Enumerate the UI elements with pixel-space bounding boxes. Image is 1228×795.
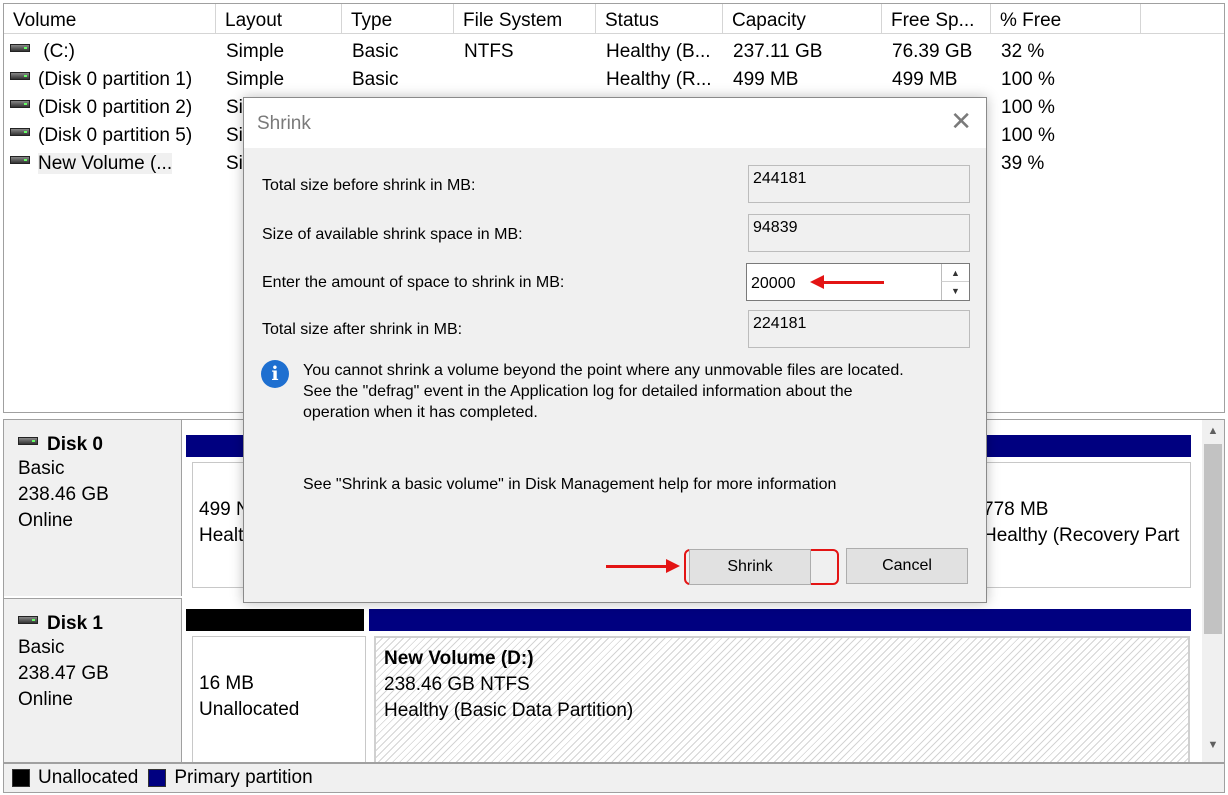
scroll-up-icon[interactable]: ▲	[1202, 420, 1224, 442]
total-after-field: 224181	[748, 310, 970, 348]
status-cell: Healthy (R...	[606, 69, 712, 90]
column-header-capacity[interactable]: Capacity	[723, 4, 882, 34]
primary-swatch	[148, 769, 167, 787]
total-before-field: 244181	[748, 165, 970, 203]
status-cell: Healthy (B...	[606, 41, 711, 62]
available-shrink-field: 94839	[748, 214, 970, 252]
column-header-percent-free[interactable]: % Free	[991, 4, 1141, 34]
type-cell: Basic	[352, 41, 399, 62]
info-message: You cannot shrink a volume beyond the po…	[303, 360, 973, 423]
disk-1-label[interactable]: Disk 1 Basic 238.47 GB Online	[4, 598, 182, 762]
annotation-arrow-shrink	[606, 559, 680, 573]
percent-free-cell: 100 %	[1001, 97, 1055, 118]
disk-1-unallocated-bar	[185, 608, 365, 632]
percent-free-cell: 100 %	[1001, 69, 1055, 90]
legend-item-unallocated: Unallocated	[12, 767, 138, 789]
drive-icon	[18, 437, 38, 445]
disk-name: Disk 1	[47, 613, 103, 634]
disk-type: Basic	[18, 458, 65, 479]
scroll-thumb[interactable]	[1204, 444, 1222, 634]
fs-cell: NTFS	[464, 41, 514, 62]
percent-free-cell: 39 %	[1001, 153, 1045, 174]
percent-free-cell: 100 %	[1001, 125, 1055, 146]
drive-icon	[10, 43, 30, 52]
type-cell: Basic	[352, 69, 399, 90]
layout-cell: Si	[226, 125, 243, 146]
drive-icon	[10, 155, 30, 164]
capacity-cell: 237.11 GB	[733, 41, 823, 62]
info-icon: i	[261, 360, 289, 388]
volume-title: New Volume (D:)	[384, 648, 534, 669]
shrink-button[interactable]: Shrink	[689, 549, 811, 585]
column-header-status[interactable]: Status	[596, 4, 723, 34]
disk-state: Online	[18, 510, 73, 531]
column-header-volume[interactable]: Volume	[4, 4, 216, 34]
partition-status: Healthy (Recovery Part	[983, 525, 1180, 546]
column-header-layout[interactable]: Layout	[216, 4, 342, 34]
drive-icon	[10, 127, 30, 136]
total-after-label: Total size after shrink in MB:	[262, 321, 463, 338]
legend-label: Primary partition	[174, 767, 313, 788]
disk-type: Basic	[18, 637, 65, 658]
free-space-cell: 76.39 GB	[892, 41, 973, 62]
partition-status: Unallocated	[199, 699, 300, 720]
info-line: operation when it has completed.	[303, 404, 538, 421]
shrink-amount-label: Enter the amount of space to shrink in M…	[262, 274, 565, 291]
table-row[interactable]: (Disk 0 partition 1) Simple Basic Health…	[4, 66, 1224, 94]
disk-size: 238.47 GB	[18, 663, 109, 684]
disk-state: Online	[18, 689, 73, 710]
capacity-cell: 499 MB	[733, 69, 799, 90]
column-header-free-space[interactable]: Free Sp...	[882, 4, 991, 34]
dialog-title-bar[interactable]: Shrink ✕	[244, 98, 986, 148]
table-row[interactable]: (C:) Simple Basic NTFS Healthy (B... 237…	[4, 38, 1224, 66]
spin-up-icon[interactable]: ▲	[941, 264, 969, 282]
cancel-button[interactable]: Cancel	[846, 548, 968, 584]
help-text: See "Shrink a basic volume" in Disk Mana…	[303, 476, 837, 493]
unallocated-swatch	[12, 769, 30, 787]
partition-size: 778 MB	[983, 499, 1049, 520]
layout-cell: Si	[226, 97, 243, 118]
legend-item-primary: Primary partition	[148, 767, 313, 789]
volume-name: (Disk 0 partition 2)	[38, 97, 193, 118]
disk-1-new-volume[interactable]: New Volume (D:) 238.46 GB NTFS Healthy (…	[374, 636, 1190, 762]
layout-cell: Si	[226, 153, 243, 174]
disk-map-scrollbar[interactable]: ▲ ▼	[1202, 420, 1224, 762]
disk-0-label[interactable]: Disk 0 Basic 238.46 GB Online	[4, 420, 182, 596]
info-line: See the "defrag" event in the Applicatio…	[303, 383, 853, 400]
disk-name: Disk 0	[47, 434, 103, 455]
shrink-dialog: Shrink ✕ Total size before shrink in MB:…	[243, 97, 987, 603]
scroll-down-icon[interactable]: ▼	[1202, 734, 1224, 756]
dialog-title: Shrink	[257, 113, 311, 134]
volume-name: (Disk 0 partition 5)	[38, 125, 193, 146]
volume-name: (C:)	[38, 41, 75, 62]
legend: Unallocated Primary partition	[3, 763, 1225, 793]
volume-status: Healthy (Basic Data Partition)	[384, 700, 634, 721]
drive-icon	[10, 99, 30, 108]
disk-1-unallocated-space[interactable]: 16 MB Unallocated	[192, 636, 366, 762]
percent-free-cell: 32 %	[1001, 41, 1045, 62]
available-shrink-label: Size of available shrink space in MB:	[262, 226, 523, 243]
total-before-label: Total size before shrink in MB:	[262, 177, 476, 194]
annotation-arrow-input	[810, 275, 884, 289]
partition-size: 16 MB	[199, 673, 254, 694]
column-header-file-system[interactable]: File System	[454, 4, 596, 34]
spin-down-icon[interactable]: ▼	[941, 282, 969, 300]
volume-name: (Disk 0 partition 1)	[38, 69, 193, 90]
layout-cell: Simple	[226, 41, 285, 62]
info-line: You cannot shrink a volume beyond the po…	[303, 362, 904, 379]
volume-name: New Volume (...	[38, 153, 173, 174]
free-space-cell: 499 MB	[892, 69, 958, 90]
disk-1-primary-bar	[368, 608, 1192, 632]
layout-cell: Simple	[226, 69, 285, 90]
legend-label: Unallocated	[38, 767, 139, 788]
disk-0-partition-recovery[interactable]: 778 MB Healthy (Recovery Part	[982, 462, 1191, 588]
disk-size: 238.46 GB	[18, 484, 109, 505]
close-icon[interactable]: ✕	[950, 108, 972, 134]
volume-list-header: Volume Layout Type File System Status Ca…	[4, 4, 1224, 34]
column-header-type[interactable]: Type	[342, 4, 454, 34]
drive-icon	[10, 71, 30, 80]
drive-icon	[18, 616, 38, 624]
volume-size-fs: 238.46 GB NTFS	[384, 674, 530, 695]
